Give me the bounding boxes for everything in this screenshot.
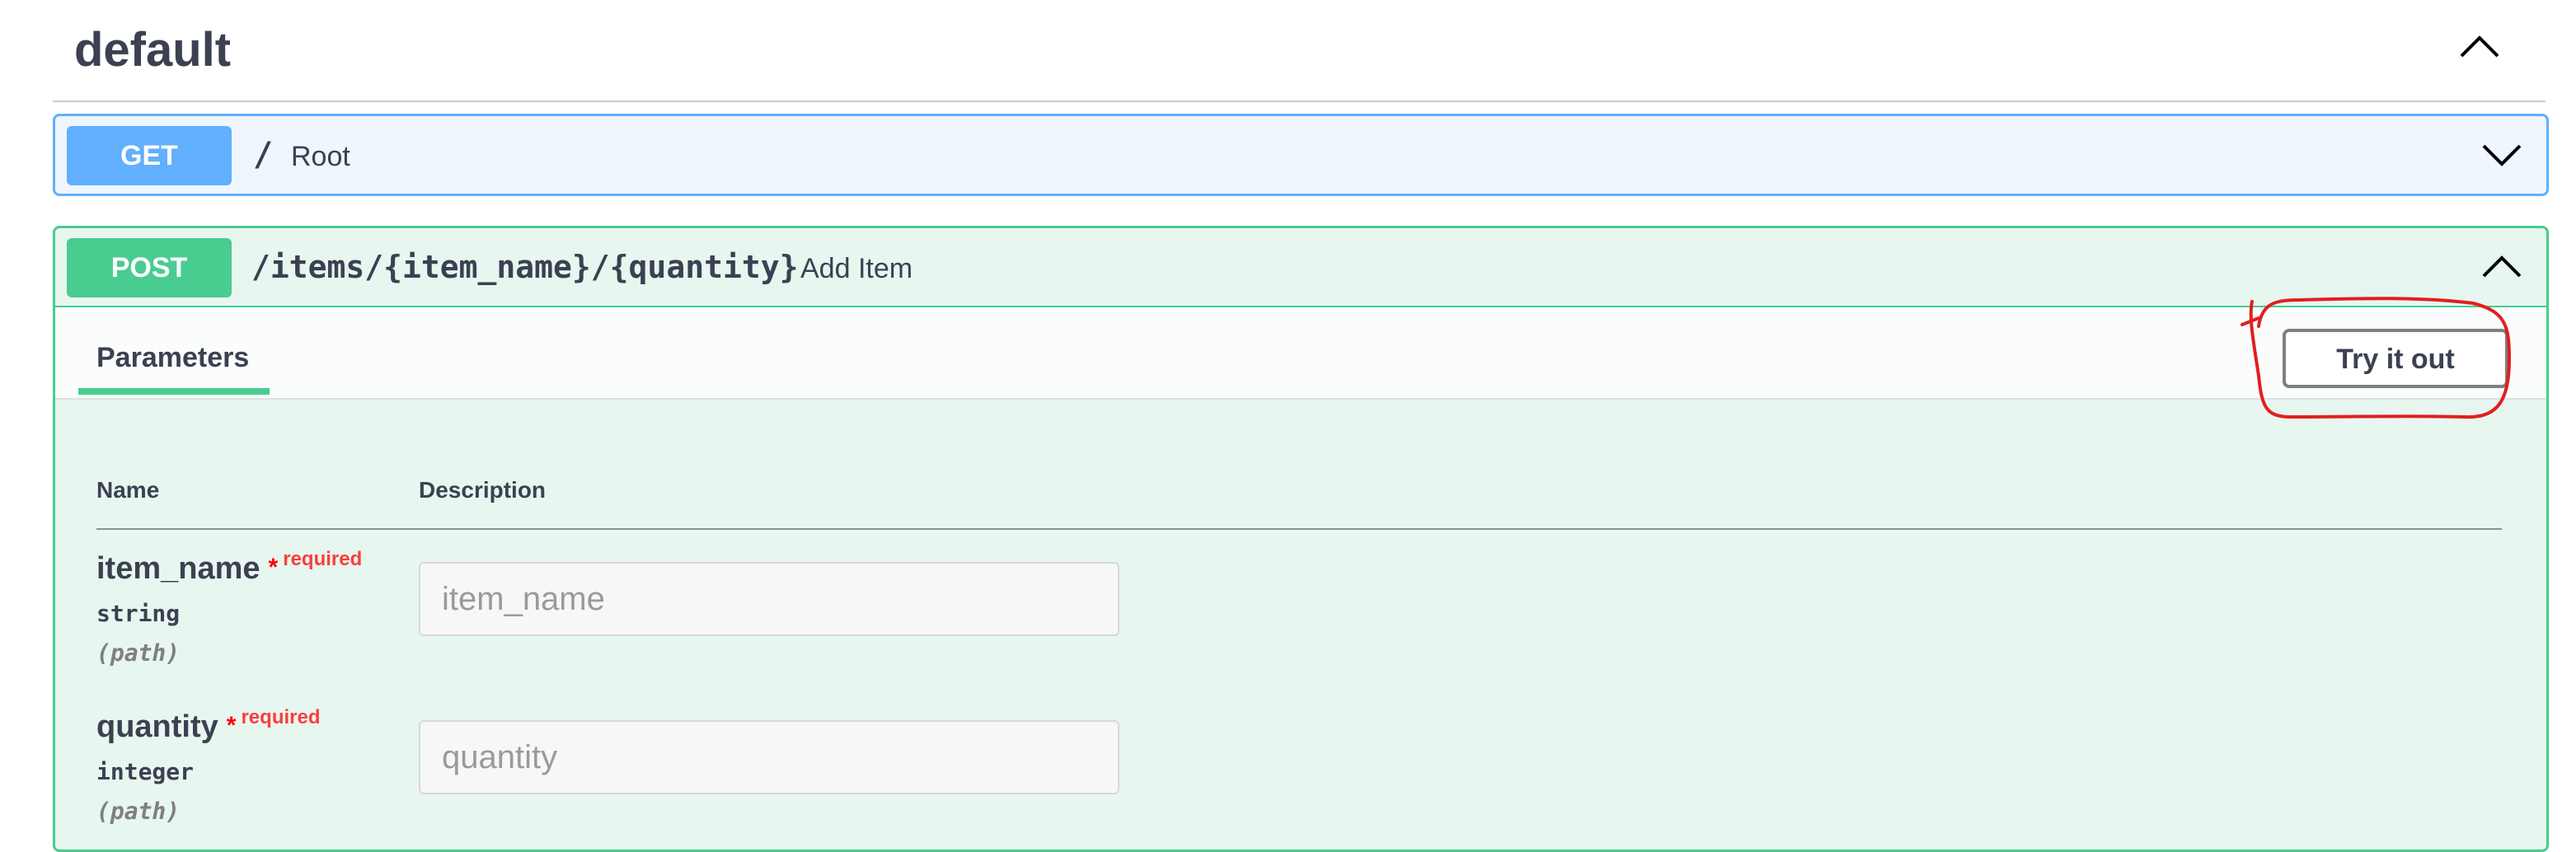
required-star: * [268,554,279,581]
tag-title: default [74,23,232,77]
param-name-item-name: item_name * required [96,548,363,591]
param-location: (path) [96,639,181,667]
required-label: required [241,706,321,728]
chevron-down-icon[interactable] [2479,139,2525,172]
column-header-description: Description [419,477,547,503]
tag-section-header[interactable]: default [53,0,2546,102]
quantity-input[interactable] [419,720,1119,794]
operation-path: /items/{item_name}/{quantity} [251,249,799,285]
param-name-text: item_name [96,551,260,586]
param-name-text: quantity [96,709,218,744]
chevron-up-icon[interactable] [2479,250,2525,283]
param-location: (path) [96,798,181,825]
method-badge-post: POST [67,238,232,297]
operation-summary: Add Item [800,253,913,284]
operation-get-root[interactable]: GET / Root [53,114,2549,196]
parameters-header: Parameters Try it out [55,307,2546,400]
required-star: * [226,712,237,739]
param-name-quantity: quantity * required [96,706,321,749]
try-it-out-button[interactable]: Try it out [2283,329,2508,388]
table-divider [96,528,2502,530]
method-badge-get: GET [67,126,232,185]
param-type: integer [96,758,195,785]
param-type: string [96,600,181,627]
operation-summary: Root [291,141,350,172]
required-label: required [283,548,363,570]
tab-parameters[interactable]: Parameters [96,340,249,375]
item-name-input[interactable] [419,562,1119,636]
column-header-name: Name [96,477,160,503]
chevron-up-icon[interactable] [2456,30,2503,63]
active-tab-indicator [78,388,270,395]
operation-path: / [253,136,274,174]
